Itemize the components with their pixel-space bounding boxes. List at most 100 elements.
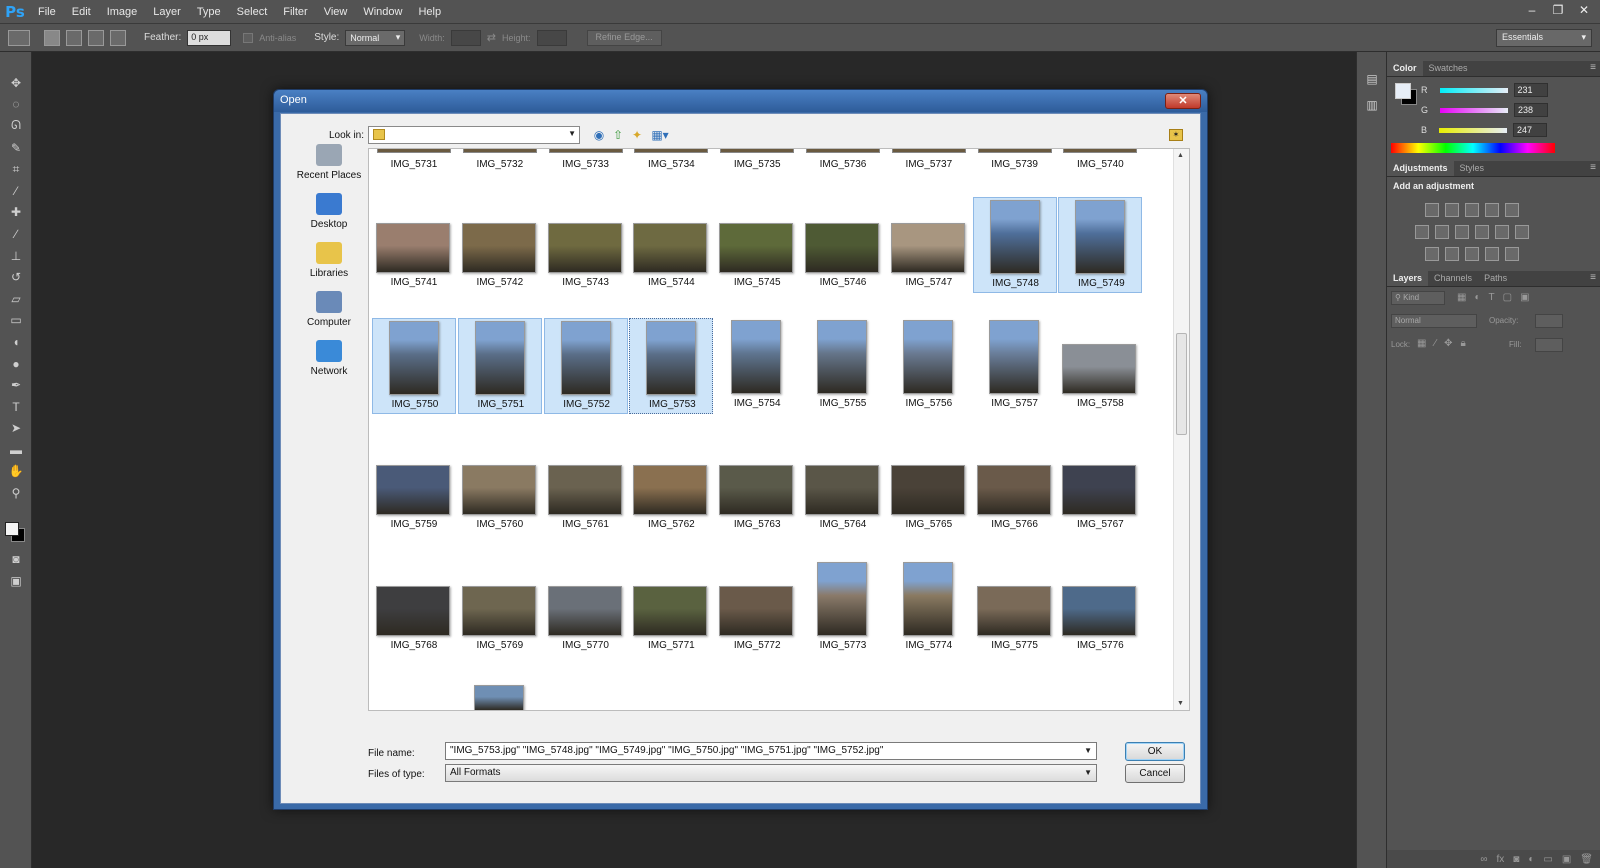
- file-thumbnail[interactable]: IMG_5755: [801, 318, 885, 414]
- file-thumbnail[interactable]: IMG_5773: [801, 560, 885, 656]
- file-thumbnail[interactable]: IMG_5759: [372, 439, 456, 535]
- file-name-input[interactable]: "IMG_5753.jpg" "IMG_5748.jpg" "IMG_5749.…: [445, 742, 1097, 760]
- file-thumbnail[interactable]: IMG_5751: [457, 318, 542, 414]
- thumbnail-image[interactable]: [720, 149, 795, 153]
- photo-filter-icon[interactable]: [1475, 225, 1489, 239]
- menu-file[interactable]: File: [30, 0, 64, 24]
- color-spectrum-bar[interactable]: [1391, 143, 1555, 153]
- move-tool-icon[interactable]: ✥: [0, 72, 32, 94]
- file-thumbnail[interactable]: IMG_5775: [973, 560, 1057, 656]
- file-thumbnail[interactable]: IMG_5776: [1058, 560, 1142, 656]
- quick-selection-tool-icon[interactable]: ✎: [0, 137, 32, 159]
- dialog-close-button[interactable]: ✕: [1165, 93, 1201, 109]
- tab-layers[interactable]: Layers: [1387, 271, 1429, 286]
- file-thumbnail[interactable]: IMG_5772: [715, 560, 799, 656]
- file-thumbnail[interactable]: IMG_5741: [372, 197, 456, 293]
- place-network[interactable]: Network: [291, 340, 367, 377]
- feather-input[interactable]: 0 px: [187, 29, 232, 46]
- file-thumbnail[interactable]: IMG_5742: [458, 197, 542, 293]
- channel-mixer-icon[interactable]: [1495, 225, 1509, 239]
- delete-layer-icon[interactable]: 🗑︎: [1580, 854, 1593, 865]
- restore-button[interactable]: ❐: [1548, 2, 1568, 18]
- thumbnail-label[interactable]: IMG_5736: [801, 159, 885, 170]
- file-thumbnail[interactable]: IMG_5752: [543, 318, 628, 414]
- close-app-button[interactable]: ✕: [1574, 2, 1594, 18]
- up-folder-icon[interactable]: ⇧: [610, 127, 626, 143]
- thumbnail-image[interactable]: [1063, 149, 1138, 153]
- chevron-down-icon[interactable]: ▼: [1084, 746, 1092, 755]
- clone-stamp-tool-icon[interactable]: ⊥: [0, 245, 32, 267]
- file-thumbnail[interactable]: IMG_5761: [544, 439, 628, 535]
- menu-window[interactable]: Window: [355, 0, 410, 24]
- shape-filter-icon[interactable]: ▢: [1503, 292, 1512, 303]
- file-thumbnail[interactable]: IMG_5767: [1058, 439, 1142, 535]
- style-select[interactable]: Normal ▾: [345, 29, 406, 46]
- gradient-map-icon[interactable]: [1505, 247, 1519, 261]
- thumbnail-label[interactable]: IMG_5740: [1058, 159, 1142, 170]
- brightness-contrast-icon[interactable]: [1425, 203, 1439, 217]
- tab-color[interactable]: Color: [1387, 61, 1423, 76]
- back-icon[interactable]: ◉: [591, 127, 607, 143]
- marquee-tool-icon[interactable]: ◌: [0, 94, 32, 116]
- file-thumbnail[interactable]: IMG_5758: [1058, 318, 1142, 414]
- quick-mask-icon[interactable]: ◙: [0, 548, 32, 570]
- thumbnail-label[interactable]: IMG_5734: [629, 159, 713, 170]
- thumbnail-image[interactable]: [806, 149, 880, 153]
- file-thumbnail[interactable]: IMG_5745: [715, 197, 799, 293]
- blue-slider[interactable]: [1439, 127, 1508, 133]
- red-value-input[interactable]: 231: [1513, 83, 1548, 97]
- smart-object-filter-icon[interactable]: ▣: [1520, 292, 1529, 303]
- panel-menu-icon[interactable]: ≡: [1590, 162, 1596, 173]
- green-slider[interactable]: [1440, 107, 1509, 113]
- subtract-from-selection-icon[interactable]: [88, 29, 104, 46]
- crop-tool-icon[interactable]: ⌗: [0, 158, 32, 180]
- width-input[interactable]: [450, 29, 481, 46]
- menu-select[interactable]: Select: [229, 0, 276, 24]
- new-layer-icon[interactable]: ▣: [1562, 854, 1571, 865]
- refine-edge-button[interactable]: Refine Edge...: [586, 29, 662, 46]
- red-slider[interactable]: [1439, 87, 1508, 93]
- antialias-checkbox[interactable]: [243, 32, 254, 43]
- path-selection-tool-icon[interactable]: ➤: [0, 418, 32, 440]
- file-thumbnail[interactable]: IMG_5749: [1058, 197, 1143, 293]
- menu-layer[interactable]: Layer: [145, 0, 189, 24]
- file-thumbnail[interactable]: IMG_5754: [715, 318, 799, 414]
- place-computer[interactable]: Computer: [291, 291, 367, 328]
- menu-type[interactable]: Type: [189, 0, 229, 24]
- tab-swatches[interactable]: Swatches: [1423, 61, 1474, 76]
- menu-edit[interactable]: Edit: [64, 0, 99, 24]
- ok-button[interactable]: OK: [1125, 742, 1185, 761]
- thumbnail-image[interactable]: [548, 149, 623, 153]
- hand-tool-icon[interactable]: ✋: [0, 461, 32, 483]
- levels-icon[interactable]: [1445, 203, 1459, 217]
- tab-channels[interactable]: Channels: [1428, 271, 1478, 286]
- exposure-icon[interactable]: [1485, 203, 1499, 217]
- lock-position-icon[interactable]: ✥: [1444, 338, 1452, 349]
- thumbnail-image[interactable]: [891, 149, 966, 153]
- properties-panel-icon[interactable]: ▥: [1362, 98, 1382, 114]
- blur-tool-icon[interactable]: ◖: [0, 331, 32, 353]
- posterize-icon[interactable]: [1445, 247, 1459, 261]
- vibrance-icon[interactable]: [1505, 203, 1519, 217]
- fill-input[interactable]: [1535, 338, 1563, 352]
- blue-value-input[interactable]: 247: [1513, 123, 1548, 137]
- thumbnail-image[interactable]: [977, 149, 1052, 153]
- eyedropper-tool-icon[interactable]: ⁄: [0, 180, 32, 202]
- foreground-color-swatch[interactable]: [5, 522, 19, 536]
- view-menu-icon[interactable]: ▦▾: [649, 127, 671, 143]
- rectangle-tool-icon[interactable]: ▬: [0, 439, 32, 461]
- swap-icon[interactable]: ⇄: [487, 31, 496, 44]
- screen-mode-icon[interactable]: ▣: [0, 570, 32, 592]
- file-thumbnail[interactable]: IMG_5756: [887, 318, 971, 414]
- place-libraries[interactable]: Libraries: [291, 242, 367, 279]
- blend-mode-select[interactable]: Normal: [1391, 314, 1477, 328]
- menu-image[interactable]: Image: [99, 0, 146, 24]
- history-brush-tool-icon[interactable]: ↺: [0, 266, 32, 288]
- marquee-tool-preset-icon[interactable]: [8, 29, 30, 46]
- filter-kind-select[interactable]: ⚲ Kind: [1391, 291, 1445, 305]
- file-thumbnail[interactable]: IMG_5765: [887, 439, 971, 535]
- lock-all-icon[interactable]: 🔒︎: [1461, 338, 1466, 349]
- thumbnail-image[interactable]: [462, 149, 537, 153]
- file-thumbnail[interactable]: IMG_5743: [544, 197, 628, 293]
- green-value-input[interactable]: 238: [1514, 103, 1549, 117]
